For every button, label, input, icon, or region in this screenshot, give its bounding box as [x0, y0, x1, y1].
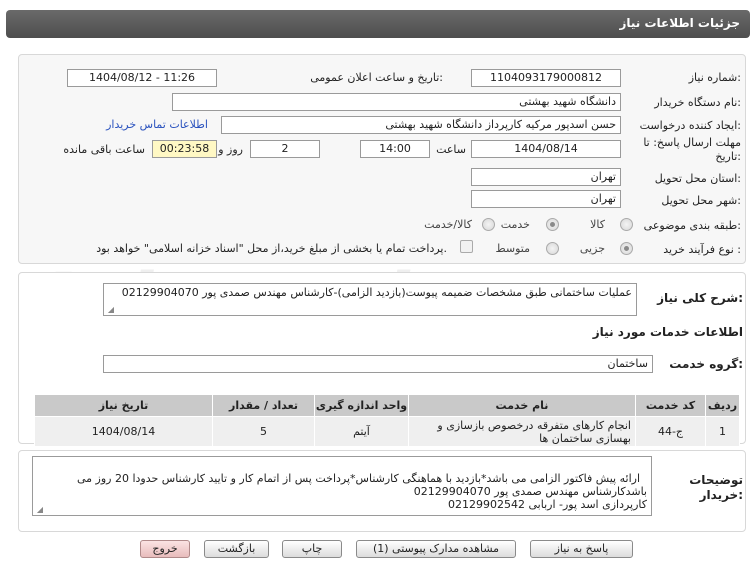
purchase-option-medium: متوسط [495, 242, 530, 255]
header-bar: جزئیات اطلاعات نیاز [6, 10, 750, 38]
deadline-time-field: 14:00 [360, 140, 430, 158]
requester-label: ایجاد کننده درخواست: [639, 119, 741, 132]
buyer-contact-link[interactable]: اطلاعات تماس خریدار [106, 118, 208, 131]
description-label: شرح کلی نیاز: [657, 291, 743, 305]
resize-grip-icon[interactable]: ◢ [106, 306, 114, 314]
category-radio-service[interactable] [546, 218, 559, 231]
service-group-field: ساختمان [103, 355, 653, 373]
description-text: عملیات ساختمانی طبق مشخصات ضمیمه پیوست(ب… [121, 286, 632, 299]
deadline-date-field: 1404/08/14 [471, 140, 621, 158]
notes-resize-grip-icon[interactable]: ◢ [35, 506, 43, 514]
cell-row: 1 [705, 416, 740, 447]
respond-button[interactable]: پاسخ به نیاز [530, 540, 633, 558]
services-table: ردیف کد خدمت نام خدمت واحد اندازه گیری ت… [34, 394, 740, 447]
need-number-field: 1104093179000812 [471, 69, 621, 87]
deadline-time-label: ساعت [436, 143, 466, 156]
category-radio-goods-service[interactable] [482, 218, 495, 231]
city-label: شهر محل تحویل: [661, 194, 741, 207]
purchase-radio-medium[interactable] [546, 242, 559, 255]
buyer-org-field: دانشگاه شهید بهشتی [172, 93, 621, 111]
province-label: استان محل تحویل: [654, 172, 741, 185]
purchase-option-minor: جزیی [579, 242, 605, 255]
announce-datetime-field: 1404/08/12 - 11:26 [67, 69, 217, 87]
category-label: طبقه بندی موضوعی: [643, 219, 741, 232]
view-attachments-button[interactable]: مشاهده مدارک پیوستی (1) [356, 540, 516, 558]
col-unit: واحد اندازه گیری [314, 394, 409, 417]
buyer-notes-label: توضیحات خریدار: [689, 473, 743, 502]
remaining-days-field: 2 [250, 140, 320, 158]
cell-quantity: 5 [212, 416, 315, 447]
back-button[interactable]: بازگشت [204, 540, 269, 558]
category-option-goods-service: کالا/خدمت [424, 218, 472, 231]
city-field: تهران [471, 190, 621, 208]
category-option-service: خدمت [500, 218, 530, 231]
description-textarea[interactable]: عملیات ساختمانی طبق مشخصات ضمیمه پیوست(ب… [103, 283, 637, 316]
col-need-date: تاریخ نیاز [34, 394, 213, 417]
category-option-goods: کالا [590, 218, 605, 231]
category-radio-goods[interactable] [620, 218, 633, 231]
cell-service-code: ج-44 [635, 416, 706, 447]
print-button[interactable]: چاپ [282, 540, 342, 558]
treasury-note: پرداخت تمام یا بخشی از مبلغ خرید،از محل … [96, 242, 447, 255]
announce-label: تاریخ و ساعت اعلان عمومی: [310, 71, 443, 84]
cell-service-name: انجام کارهای متفرقه درخصوص بازسازی و بهس… [408, 416, 636, 447]
cell-unit: آیتم [314, 416, 409, 447]
col-quantity: تعداد / مقدار [212, 394, 315, 417]
col-row: ردیف [705, 394, 740, 417]
need-number-label: شماره نیاز: [688, 71, 741, 84]
requester-field: حسن اسدپور مرکیه کارپرداز دانشگاه شهید ب… [221, 116, 621, 134]
services-section-title: اطلاعات خدمات مورد نیاز [592, 325, 743, 339]
cell-need-date: 1404/08/14 [34, 416, 213, 447]
purchase-type-label: نوع فرآیند خرید : [663, 243, 741, 256]
purchase-radio-minor[interactable] [620, 242, 633, 255]
buyer-notes-textarea[interactable]: ارائه پیش فاکتور الزامی می باشد*بازدید ب… [32, 456, 652, 516]
days-label: روز و [218, 143, 243, 156]
col-service-code: کد خدمت [635, 394, 706, 417]
province-field: تهران [471, 168, 621, 186]
deadline-label: مهلت ارسال پاسخ: تا تاریخ: [643, 136, 741, 163]
col-service-name: نام خدمت [408, 394, 636, 417]
service-group-label: گروه خدمت: [669, 357, 743, 371]
buyer-org-label: نام دستگاه خریدار: [654, 96, 741, 109]
buyer-notes-text: ارائه پیش فاکتور الزامی می باشد*بازدید ب… [76, 472, 647, 511]
treasury-checkbox[interactable] [460, 240, 473, 253]
page-title: جزئیات اطلاعات نیاز [619, 16, 740, 30]
exit-button[interactable]: خروج [140, 540, 190, 558]
remaining-time-field: 00:23:58 [152, 140, 217, 158]
table-row: 1 ج-44 انجام کارهای متفرقه درخصوص بازساز… [34, 416, 740, 447]
remaining-time-label: ساعت باقی مانده [63, 143, 145, 156]
